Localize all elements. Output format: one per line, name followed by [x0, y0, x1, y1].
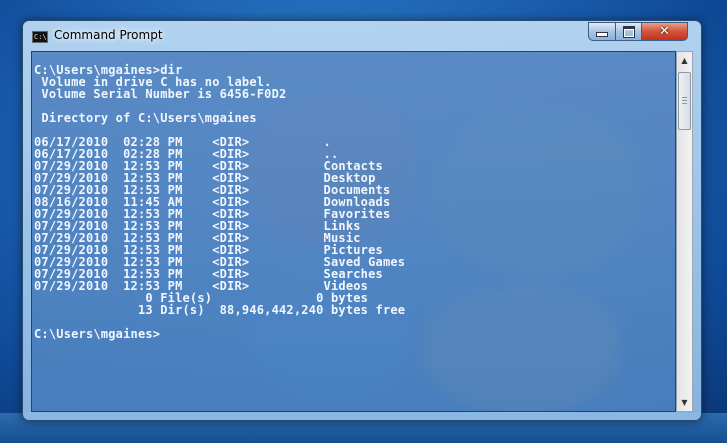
- command-prompt-window: C:\ Command Prompt ✕ C:\Users\mgaines>di…: [22, 20, 702, 421]
- minimize-button[interactable]: [588, 22, 616, 41]
- vertical-scrollbar[interactable]: ▲ ▼: [676, 51, 693, 412]
- scroll-up-button[interactable]: ▲: [677, 52, 692, 69]
- maximize-icon: [622, 25, 635, 38]
- console-line: Directory of C:\Users\mgaines: [34, 111, 257, 125]
- console-lines: C:\Users\mgaines>dir Volume in drive C h…: [34, 64, 405, 340]
- console-line: 13 Dir(s) 88,946,442,240 bytes free: [34, 303, 406, 317]
- title-bar[interactable]: C:\ Command Prompt ✕: [23, 21, 701, 51]
- window-title: Command Prompt: [54, 28, 163, 42]
- scroll-thumb[interactable]: [678, 72, 691, 130]
- close-button[interactable]: ✕: [641, 22, 688, 41]
- console-output-area[interactable]: C:\Users\mgaines>dir Volume in drive C h…: [31, 51, 676, 412]
- console-line: C:\Users\mgaines>: [34, 327, 161, 341]
- console-line: Volume Serial Number is 6456-F0D2: [34, 87, 287, 101]
- scroll-down-button[interactable]: ▼: [677, 394, 692, 411]
- command-prompt-icon[interactable]: C:\: [32, 31, 48, 43]
- close-icon: ✕: [659, 24, 670, 39]
- maximize-button[interactable]: [615, 22, 642, 41]
- minimize-icon: [596, 32, 608, 37]
